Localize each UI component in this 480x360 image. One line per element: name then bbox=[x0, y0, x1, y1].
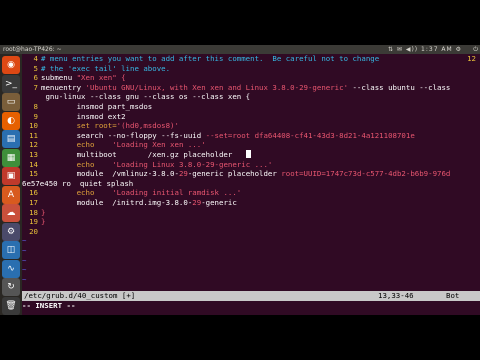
editor-line-7: 7 menuentry 'Ubuntu GNU/Linux, with Xen x… bbox=[33, 82, 451, 92]
impress-icon[interactable]: ▣ bbox=[2, 167, 20, 185]
editor-line-20: 20 bbox=[29, 226, 38, 236]
status-scroll: Bot bbox=[446, 291, 460, 300]
empty-line-marker: ~ bbox=[22, 255, 27, 265]
editor-line-19: 19} bbox=[29, 217, 46, 227]
editor-line-18: 18} bbox=[29, 207, 46, 217]
empty-line-marker: ~ bbox=[22, 236, 27, 246]
editor-line-6: 6 submenu "Xen xen" { bbox=[33, 73, 126, 83]
column-indicator: 12 bbox=[467, 54, 476, 63]
launcher: ◉ >_ ▭ ◐ ▤ ▦ ▣ A ☁ ⚙ ◫ ∿ ↻ 🗑 bbox=[0, 54, 22, 315]
editor-line-5: 5 # the 'exec tail' line above. bbox=[33, 63, 171, 73]
editor-line-9: 9 insmod ext2 bbox=[33, 111, 126, 121]
software-center-icon[interactable]: A bbox=[2, 185, 20, 204]
update-icon[interactable]: ↻ bbox=[2, 278, 20, 296]
editor-line-15-wrap: 6e57e450 ro quiet splash bbox=[22, 178, 134, 188]
editor-line-4: 4 # menu entries you want to add after th… bbox=[33, 54, 380, 63]
power-icon[interactable]: ⏻ bbox=[473, 45, 478, 54]
editor-line-14: 14 echo 'Loading Linux 3.8.0-29-generic … bbox=[29, 159, 273, 169]
window-title: root@hao-TP426: ~ bbox=[3, 46, 62, 53]
editor-line-10: 10 set root='(hd0,msdos8)' bbox=[29, 121, 179, 131]
empty-line-marker: ~ bbox=[22, 274, 27, 284]
status-line: /etc/grub.d/40_custom [+] 13,33-46 Bot bbox=[22, 291, 480, 301]
terminal-window[interactable]: 4 # menu entries you want to add after th… bbox=[22, 54, 480, 315]
status-filename: /etc/grub.d/40_custom [+] bbox=[24, 291, 136, 300]
mode-indicator: -- INSERT -- bbox=[22, 301, 76, 310]
monitor-icon[interactable]: ∿ bbox=[2, 259, 20, 278]
status-position: 13,33-46 bbox=[378, 291, 414, 300]
indicator-area[interactable]: ⇅ ✉ ◀)) 1:37 AM ⚙ bbox=[388, 45, 462, 54]
terminal-icon[interactable]: >_ bbox=[2, 74, 20, 93]
empty-line-marker: ~ bbox=[22, 265, 27, 275]
editor-line-11: 11 search --no-floppy --fs-uuid --set=ro… bbox=[29, 130, 415, 140]
trash-icon[interactable]: 🗑 bbox=[2, 296, 20, 315]
writer-icon[interactable]: ▤ bbox=[2, 130, 20, 148]
ubuntu-one-icon[interactable]: ☁ bbox=[2, 204, 20, 222]
editor-line-15: 15 module /vmlinuz-3.8.0-29-generic plac… bbox=[29, 169, 451, 179]
settings-icon[interactable]: ⚙ bbox=[2, 222, 20, 241]
files-icon[interactable]: ▭ bbox=[2, 93, 20, 111]
dash-icon[interactable]: ◉ bbox=[2, 56, 20, 74]
editor-line-16: 16 echo 'Loading initial ramdisk ...' bbox=[29, 188, 242, 198]
top-panel: root@hao-TP426: ~ ⇅ ✉ ◀)) 1:37 AM ⚙ ⏻ bbox=[0, 45, 480, 54]
editor-line-17: 17 module /initrd.img-3.8.0-29-generic bbox=[29, 198, 237, 207]
workspace-icon[interactable]: ◫ bbox=[2, 241, 20, 259]
editor-line-7-wrap: gnu-linux --class gnu --class os --class… bbox=[41, 92, 251, 102]
editor-line-12: 12 echo 'Loading Xen xen ...' bbox=[29, 140, 206, 150]
editor-line-13: 13 multiboot /xen.gz placeholder bbox=[22, 150, 251, 160]
text-cursor bbox=[245, 150, 251, 158]
editor-line-8: 8 insmod part_msdos bbox=[33, 102, 153, 111]
empty-line-marker: ~ bbox=[22, 246, 27, 255]
calc-icon[interactable]: ▦ bbox=[2, 148, 20, 167]
firefox-icon[interactable]: ◐ bbox=[2, 111, 20, 130]
